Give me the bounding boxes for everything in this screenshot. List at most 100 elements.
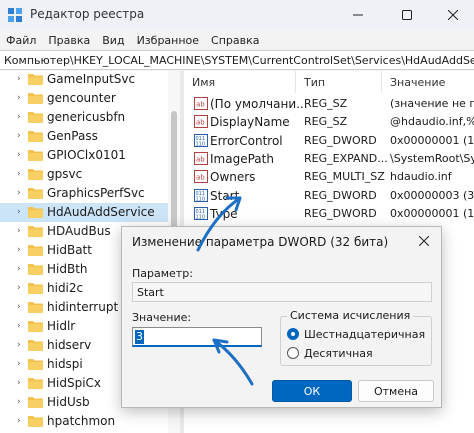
folder-icon xyxy=(28,73,43,85)
value-input-text: 3 xyxy=(135,330,144,344)
value-data: \SystemRoot\Sys xyxy=(390,151,474,165)
radio-decimal[interactable]: Десятичная xyxy=(287,345,427,361)
chevron-right-icon[interactable]: › xyxy=(17,283,25,293)
tree-item[interactable]: › gencounter xyxy=(0,89,180,108)
menu-favorites[interactable]: Избранное xyxy=(137,34,199,47)
value-data: (значение не пр xyxy=(390,97,474,110)
tree-item-label: genericusbfn xyxy=(47,110,126,124)
column-header-name[interactable]: Имя xyxy=(184,71,296,93)
tree-item[interactable]: › hpatchmon xyxy=(0,412,180,431)
value-data: 0x00000001 (1) xyxy=(390,133,474,147)
tree-item[interactable]: › GPIOClx0101 xyxy=(0,146,180,165)
value-row[interactable]: ab ImagePath REG_EXPAND... \SystemRoot\Sys xyxy=(184,150,474,168)
chevron-right-icon[interactable]: › xyxy=(17,169,25,179)
tree-item-label: hidi2c xyxy=(47,281,84,295)
minimize-button[interactable] xyxy=(335,0,381,30)
folder-icon xyxy=(28,358,43,370)
column-header-value[interactable]: Значение xyxy=(382,71,474,93)
param-label: Параметр: xyxy=(132,267,193,280)
value-type: REG_DWORD xyxy=(304,188,377,202)
value-name: Owners xyxy=(210,170,256,185)
value-row[interactable]: 011 110 Start REG_DWORD 0x00000003 (3) xyxy=(184,187,474,205)
chevron-right-icon[interactable]: › xyxy=(17,112,25,122)
chevron-right-icon[interactable]: › xyxy=(17,188,25,198)
value-name: Type xyxy=(210,206,238,221)
chevron-right-icon[interactable]: › xyxy=(17,264,25,274)
column-header-type[interactable]: Тип xyxy=(296,71,382,93)
tree-item[interactable]: › GameInputSvc xyxy=(0,71,180,89)
string-value-icon: ab xyxy=(194,115,208,129)
svg-text:ab: ab xyxy=(196,119,205,127)
cancel-button[interactable]: Отмена xyxy=(358,380,434,402)
tree-item-label: Hidlr xyxy=(47,319,76,333)
value-row[interactable]: ab Owners REG_MULTI_SZ hdaudio.inf xyxy=(184,168,474,186)
folder-icon xyxy=(28,168,43,180)
chevron-right-icon[interactable]: › xyxy=(17,245,25,255)
close-button[interactable] xyxy=(430,0,474,30)
chevron-right-icon[interactable]: › xyxy=(17,416,25,426)
tree-item[interactable]: › gpsvc xyxy=(0,165,180,184)
radio-hexadecimal[interactable]: Шестнадцатеричная xyxy=(287,326,427,342)
address-bar[interactable]: Компьютер\HKEY_LOCAL_MACHINE\SYSTEM\Curr… xyxy=(0,50,474,70)
menu-view[interactable]: Вид xyxy=(102,34,124,47)
chevron-right-icon[interactable]: › xyxy=(17,359,25,369)
chevron-right-icon[interactable]: › xyxy=(17,93,25,103)
string-value-icon: ab xyxy=(194,97,208,110)
value-label: Значение: xyxy=(132,311,192,324)
folder-icon xyxy=(28,415,43,427)
chevron-right-icon[interactable]: › xyxy=(17,321,25,331)
chevron-right-icon[interactable]: › xyxy=(17,226,25,236)
chevron-right-icon[interactable]: › xyxy=(17,302,25,312)
dword-value-icon: 011 110 xyxy=(194,133,208,147)
radio-button[interactable] xyxy=(287,347,299,359)
ok-button[interactable]: ОК xyxy=(272,380,352,402)
chevron-right-icon[interactable]: › xyxy=(17,397,25,407)
folder-icon xyxy=(28,301,43,313)
menu-file[interactable]: Файл xyxy=(6,34,36,47)
chevron-right-icon[interactable]: › xyxy=(17,207,25,217)
value-name: ImagePath xyxy=(210,151,274,166)
folder-icon xyxy=(28,396,43,408)
folder-icon xyxy=(28,339,43,351)
folder-icon xyxy=(28,206,43,218)
tree-item-label: gpsvc xyxy=(47,167,83,181)
svg-text:110: 110 xyxy=(196,214,206,220)
value-input[interactable]: 3 xyxy=(132,327,262,347)
value-data: 0x00000003 (3) xyxy=(390,188,474,202)
value-type: REG_MULTI_SZ xyxy=(304,170,385,184)
value-row[interactable]: 011 110 Type REG_DWORD 0x00000001 (1) xyxy=(184,205,474,223)
chevron-right-icon[interactable]: › xyxy=(17,150,25,160)
tree-item[interactable]: › genericusbfn xyxy=(0,108,180,127)
tree-item-label: hidserv xyxy=(47,338,92,352)
value-row[interactable]: ab (По умолчани...REG_SZ (значение не пр xyxy=(184,95,474,113)
tree-item-label: hpatchmon xyxy=(47,414,116,428)
chevron-right-icon[interactable]: › xyxy=(17,340,25,350)
tree-item-label: GPIOClx0101 xyxy=(47,148,126,162)
value-name: (По умолчани... xyxy=(210,97,308,111)
value-type: REG_DWORD xyxy=(304,206,377,220)
chevron-right-icon[interactable]: › xyxy=(17,74,25,84)
tree-item[interactable]: › HdAudAddService xyxy=(0,203,180,222)
tree-item-label: GenPass xyxy=(47,129,98,143)
dialog-title: Изменение параметра DWORD (32 бита) xyxy=(132,235,389,249)
chevron-right-icon[interactable]: › xyxy=(17,131,25,141)
dword-value-icon: 011 110 xyxy=(194,188,208,202)
tree-item[interactable]: › GraphicsPerfSvc xyxy=(0,184,180,203)
tree-item[interactable]: › GenPass xyxy=(0,127,180,146)
maximize-button[interactable] xyxy=(384,0,430,30)
dialog-close-button[interactable] xyxy=(412,231,436,251)
value-type: REG_SZ xyxy=(304,97,348,110)
value-data: @hdaudio.inf,% xyxy=(390,115,474,129)
radio-button-selected[interactable] xyxy=(287,328,299,340)
menu-help[interactable]: Справка xyxy=(211,34,259,47)
svg-text:ab: ab xyxy=(196,155,205,163)
chevron-right-icon[interactable]: › xyxy=(17,378,25,388)
menu-edit[interactable]: Правка xyxy=(48,34,90,47)
svg-text:ab: ab xyxy=(196,101,205,109)
value-row[interactable]: ab DisplayName REG_SZ @hdaudio.inf,% xyxy=(184,113,474,131)
folder-icon xyxy=(28,187,43,199)
value-data: hdaudio.inf xyxy=(390,170,452,184)
tree-item-label: HidSpiCx xyxy=(47,376,102,390)
radix-group-title: Система исчисления xyxy=(287,309,414,322)
value-row[interactable]: 011 110 ErrorControl REG_DWORD 0x00000001 (1… xyxy=(184,132,474,150)
